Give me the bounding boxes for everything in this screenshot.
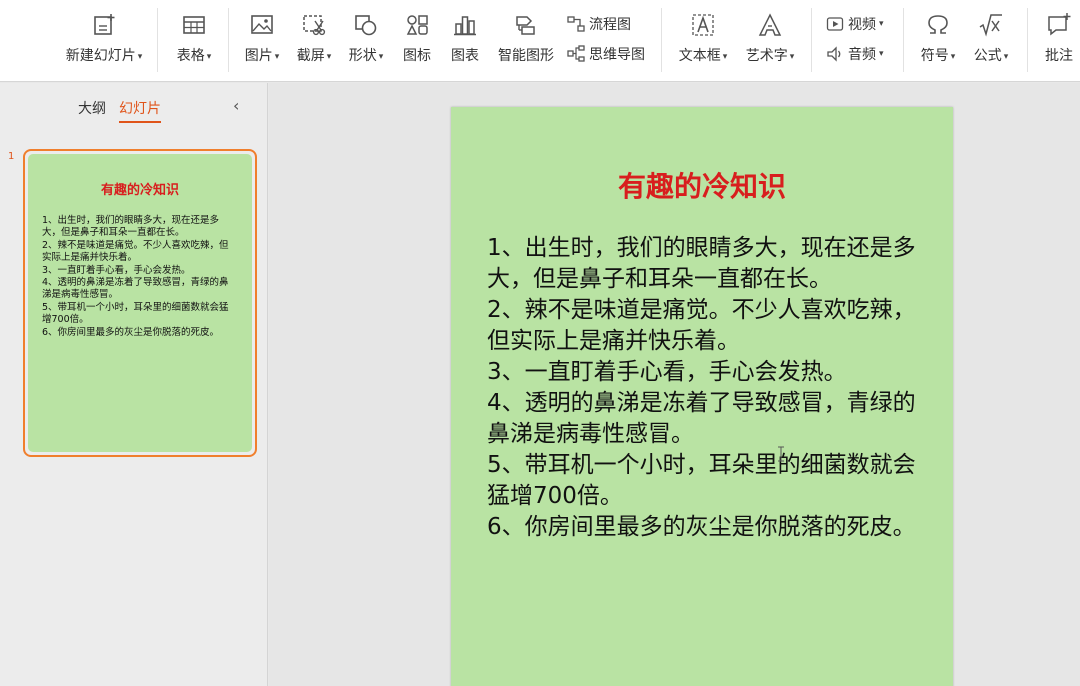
- mindmap-button[interactable]: 思维导图: [567, 41, 645, 67]
- ribbon-divider: [1027, 8, 1028, 72]
- ribbon-divider: [228, 8, 229, 72]
- editing-area: 有趣的冷知识 1、出生时，我们的眼睛多大，现在还是多大，但是鼻子和耳朵一直都在长…: [269, 83, 1080, 686]
- icon-label: 图标: [403, 48, 431, 64]
- ibeam-cursor-icon: [777, 446, 785, 462]
- audio-label: 音频: [848, 47, 876, 63]
- thumbnail-paragraph: 4、透明的鼻涕是冻着了导致感冒，青绿的鼻涕是病毒性感冒。: [42, 277, 229, 301]
- thumbnail-paragraph: 1、出生时，我们的眼睛多大，现在还是多大，但是鼻子和耳朵一直都在长。: [42, 215, 220, 239]
- symbol-label: 符号: [920, 48, 949, 64]
- picture-icon: [249, 12, 275, 38]
- shapes-icon: [353, 12, 379, 38]
- thumbnail-canvas: 有趣的冷知识 1、出生时，我们的眼睛多大，现在还是多大，但是鼻子和耳朵一直都在长…: [28, 154, 252, 452]
- thumbnail-paragraph: 5、带耳机一个小时，耳朵里的细菌数就会猛增700倍。: [42, 301, 229, 326]
- video-label: 视频: [848, 17, 876, 33]
- slide-canvas[interactable]: 有趣的冷知识 1、出生时，我们的眼睛多大，现在还是多大，但是鼻子和耳朵一直都在长…: [451, 107, 953, 686]
- chevron-down-icon: ▾: [206, 52, 212, 62]
- slide-body-text[interactable]: 1、出生时，我们的眼睛多大，现在还是多大，但是鼻子和耳朵一直都在长。 2、辣不是味…: [487, 233, 917, 543]
- shape-label: 形状: [348, 48, 377, 64]
- textbox-button[interactable]: 文本框 ▾: [672, 0, 734, 80]
- ribbon-divider: [157, 8, 158, 72]
- chevron-down-icon: ▾: [1003, 52, 1009, 62]
- collapse-panel-button[interactable]: ‹: [233, 96, 239, 115]
- chevron-down-icon: ▾: [274, 52, 280, 62]
- slide-panel: 大纲 幻灯片 ‹ 1 有趣的冷知识 1、出生时，我们的眼睛多大，现在还是多大，但…: [0, 83, 268, 686]
- table-button[interactable]: 表格 ▾: [168, 0, 220, 80]
- table-label: 表格: [176, 48, 205, 64]
- ribbon-toolbar: 新建幻灯片 ▾ 表格 ▾ 图片 ▾ 截屏 ▾ 形状 ▾ 图标 图表 智能图形 流程图 思维…: [0, 0, 1080, 82]
- wordart-label: 艺术字: [745, 48, 788, 64]
- chevron-down-icon: ▾: [950, 52, 956, 62]
- picture-button[interactable]: 图片 ▾: [238, 0, 286, 80]
- slide-paragraph: 6、你房间里最多的灰尘是你脱落的死皮。: [487, 514, 916, 540]
- mindmap-icon: [567, 45, 585, 63]
- ribbon-divider: [903, 8, 904, 72]
- slide-paragraph: 1、出生时，我们的眼睛多大，现在还是多大，但是鼻子和耳朵一直都在长。: [487, 235, 916, 292]
- new-slide-icon: [91, 12, 117, 38]
- smart-graphic-label: 智能图形: [498, 48, 554, 64]
- formula-icon: [978, 12, 1004, 38]
- ribbon-divider: [811, 8, 812, 72]
- comment-label: 批注: [1045, 48, 1073, 64]
- video-icon: [826, 15, 844, 33]
- chevron-down-icon: ▾: [789, 52, 795, 62]
- comment-button[interactable]: 批注: [1038, 0, 1080, 80]
- audio-button[interactable]: 音频 ▾: [826, 41, 884, 67]
- tab-slides[interactable]: 幻灯片: [119, 98, 161, 123]
- new-slide-label: 新建幻灯片: [65, 48, 136, 64]
- wordart-button[interactable]: 艺术字 ▾: [740, 0, 800, 80]
- chevron-down-icon: ▾: [722, 52, 728, 62]
- icon-button[interactable]: 图标: [396, 0, 438, 80]
- formula-button[interactable]: 公式 ▾: [966, 0, 1016, 80]
- thumbnail-title: 有趣的冷知识: [100, 183, 179, 198]
- chevron-down-icon: ▾: [326, 52, 332, 62]
- picture-label: 图片: [244, 48, 273, 64]
- chevron-down-icon: ▾: [879, 19, 884, 29]
- slide-paragraph: 3、一直盯着手心看，手心会发热。: [487, 359, 847, 385]
- slide-paragraph: 5、带耳机一个小时，耳朵里的细菌数就会猛增700倍。: [487, 452, 916, 509]
- slide-number: 1: [8, 151, 15, 162]
- wordart-icon: [757, 12, 783, 38]
- shape-button[interactable]: 形状 ▾: [342, 0, 390, 80]
- textbox-icon: [690, 12, 716, 38]
- video-button[interactable]: 视频 ▾: [826, 11, 884, 37]
- ribbon-divider: [661, 8, 662, 72]
- smart-graphic-button[interactable]: 智能图形: [494, 0, 558, 80]
- flowchart-icon: [567, 15, 585, 33]
- thumbnail-paragraph: 3、一直盯着手心看，手心会发热。: [42, 264, 191, 276]
- thumbnail-paragraph: 6、你房间里最多的灰尘是你脱落的死皮。: [42, 326, 220, 338]
- comment-icon: [1046, 12, 1072, 38]
- slide-paragraph: 4、透明的鼻涕是冻着了导致感冒，青绿的鼻涕是病毒性感冒。: [487, 390, 916, 447]
- thumbnail-paragraph: 2、辣不是味道是痛觉。不少人喜欢吃辣，但实际上是痛并快乐着。: [42, 239, 229, 264]
- slide-thumbnail[interactable]: 有趣的冷知识 1、出生时，我们的眼睛多大，现在还是多大，但是鼻子和耳朵一直都在长…: [23, 149, 257, 457]
- formula-label: 公式: [973, 48, 1002, 64]
- flowchart-button[interactable]: 流程图: [567, 11, 631, 37]
- slide-paragraph: 2、辣不是味道是痛觉。不少人喜欢吃辣，但实际上是痛并快乐着。: [487, 297, 916, 354]
- textbox-label: 文本框: [678, 48, 721, 64]
- scissors-icon: [301, 12, 327, 38]
- mindmap-label: 思维导图: [589, 47, 645, 63]
- symbol-button[interactable]: 符号 ▾: [914, 0, 962, 80]
- screenshot-button[interactable]: 截屏 ▾: [290, 0, 338, 80]
- table-icon: [181, 12, 207, 38]
- thumbnail-body: 1、出生时，我们的眼睛多大，现在还是多大，但是鼻子和耳朵一直都在长。 2、辣不是味…: [42, 215, 238, 339]
- flowchart-label: 流程图: [589, 17, 631, 33]
- omega-icon: [925, 12, 951, 38]
- icon-library-icon: [404, 12, 430, 38]
- new-slide-button[interactable]: 新建幻灯片 ▾: [60, 0, 148, 80]
- chart-label: 图表: [451, 48, 479, 64]
- chart-button[interactable]: 图表: [444, 0, 486, 80]
- chevron-down-icon: ▾: [879, 49, 884, 59]
- chevron-down-icon: ▾: [137, 52, 143, 62]
- speaker-icon: [826, 45, 844, 63]
- smart-graphic-icon: [513, 12, 539, 38]
- screenshot-label: 截屏: [296, 48, 325, 64]
- tab-outline[interactable]: 大纲: [78, 98, 106, 118]
- chevron-down-icon: ▾: [378, 52, 384, 62]
- bar-chart-icon: [452, 12, 478, 38]
- slide-title[interactable]: 有趣的冷知识: [451, 165, 953, 205]
